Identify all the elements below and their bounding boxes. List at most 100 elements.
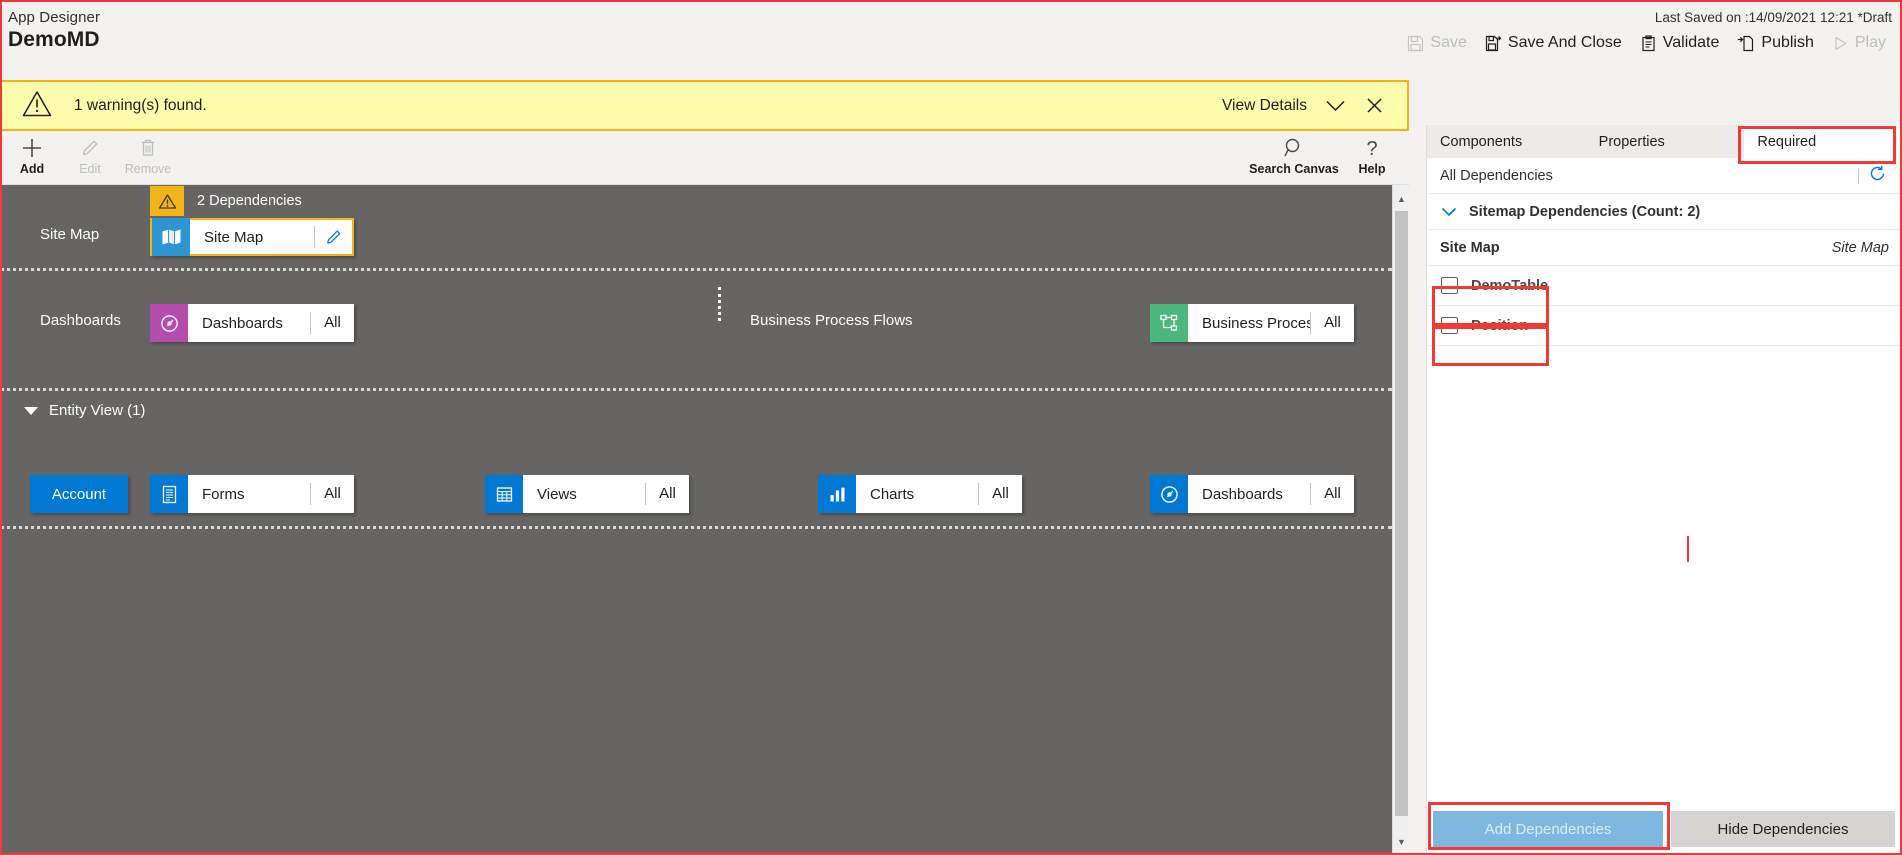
forms-tile-all: All xyxy=(310,483,354,505)
entity-account-button[interactable]: Account xyxy=(30,475,128,513)
position-checkbox[interactable] xyxy=(1441,317,1458,334)
sitemap-dependencies-group-label: Sitemap Dependencies (Count: 2) xyxy=(1469,203,1701,220)
charts-tile-all: All xyxy=(978,483,1022,505)
sitemap-tile-name: Site Map xyxy=(204,228,264,246)
entity-dashboards-tile-name: Dashboards xyxy=(1202,485,1283,503)
command-bar: Save Save And Close Validate Publish Pla… xyxy=(1399,30,1896,56)
row-divider xyxy=(0,526,1392,529)
close-icon[interactable] xyxy=(1356,93,1393,118)
app-designer-window: App Designer DemoMD Last Saved on :14/09… xyxy=(0,0,1902,855)
validate-icon xyxy=(1640,34,1657,52)
edit-button-label: Edit xyxy=(79,162,101,176)
app-canvas: Site Map 2 Dependencies Site Map Dashboa… xyxy=(0,185,1392,855)
process-flow-icon xyxy=(1150,304,1188,342)
play-label: Play xyxy=(1854,34,1886,51)
help-button-label: Help xyxy=(1358,162,1386,176)
views-tile[interactable]: Views All xyxy=(485,475,689,513)
row-divider xyxy=(0,268,1392,271)
page-title: DemoMD xyxy=(8,28,100,51)
save-and-close-label: Save And Close xyxy=(1507,34,1622,51)
plus-icon xyxy=(0,137,64,159)
publish-button[interactable]: Publish xyxy=(1729,30,1823,56)
last-saved-status: Last Saved on :14/09/2021 12:21 *Draft xyxy=(1654,10,1892,25)
right-panel-footer: Add Dependencies Hide Dependencies xyxy=(1427,809,1902,855)
entity-dashboards-tile-all: All xyxy=(1310,483,1354,505)
forms-tile-name: Forms xyxy=(202,485,245,503)
sitemap-dependency-count: 2 Dependencies xyxy=(197,193,302,209)
remove-button[interactable]: Remove xyxy=(116,137,180,176)
views-tile-name: Views xyxy=(537,485,577,503)
refresh-icon[interactable] xyxy=(1868,164,1887,188)
validate-button[interactable]: Validate xyxy=(1632,30,1730,56)
sitemap-dependencies-group-header[interactable]: Sitemap Dependencies (Count: 2) xyxy=(1427,194,1902,230)
play-button[interactable]: Play xyxy=(1824,30,1896,56)
dependency-row-demotable[interactable]: DemoTable xyxy=(1427,266,1902,306)
tab-properties[interactable]: Properties xyxy=(1586,125,1745,158)
search-canvas-button[interactable]: Search Canvas xyxy=(1239,137,1349,176)
warning-triangle-icon xyxy=(150,186,184,216)
demotable-label: DemoTable xyxy=(1471,277,1549,294)
tab-required[interactable]: Required xyxy=(1744,125,1902,158)
save-and-close-icon xyxy=(1485,35,1502,52)
canvas-scrollbar-thumb[interactable] xyxy=(1395,211,1408,816)
add-button[interactable]: Add xyxy=(0,137,64,176)
warning-triangle-icon xyxy=(22,90,52,122)
forms-icon xyxy=(150,475,188,513)
dashboards-tile-name: Dashboards xyxy=(202,314,283,332)
dashboard-gauge-icon xyxy=(1150,475,1188,513)
svg-text:?: ? xyxy=(1366,138,1377,159)
dashboards-tile-all: All xyxy=(310,312,354,334)
canvas-scrollbar[interactable]: ▲ ▼ xyxy=(1392,185,1409,855)
entity-dashboards-tile[interactable]: Dashboards All xyxy=(1150,475,1354,513)
dependency-row-position[interactable]: Position xyxy=(1427,306,1902,346)
trash-icon xyxy=(116,137,180,159)
top-header-bar: App Designer DemoMD Last Saved on :14/09… xyxy=(0,0,1902,68)
business-process-flows-tile[interactable]: Business Proces... All xyxy=(1150,304,1354,342)
bpf-section-label: Business Process Flows xyxy=(750,312,913,329)
tab-required-label: Required xyxy=(1757,133,1817,150)
all-dependencies-row: All Dependencies xyxy=(1427,158,1902,194)
scroll-up-icon[interactable]: ▲ xyxy=(1393,190,1410,207)
save-and-close-button[interactable]: Save And Close xyxy=(1477,30,1632,56)
dashboard-gauge-icon xyxy=(150,304,188,342)
dependency-list-header-right: Site Map xyxy=(1831,239,1889,256)
publish-icon xyxy=(1737,35,1755,52)
entity-view-header[interactable]: Entity View (1) xyxy=(24,402,145,419)
row-divider xyxy=(0,388,1392,391)
help-button[interactable]: ? Help xyxy=(1340,137,1404,176)
scroll-down-icon[interactable]: ▼ xyxy=(1393,833,1410,850)
save-button-label: Save xyxy=(1430,34,1467,51)
sitemap-edit-pencil-icon[interactable] xyxy=(314,226,352,248)
publish-label: Publish xyxy=(1761,34,1814,51)
chevron-down-icon[interactable] xyxy=(1315,95,1356,116)
hide-dependencies-button[interactable]: Hide Dependencies xyxy=(1671,811,1895,847)
warning-text: 1 warning(s) found. xyxy=(74,96,207,114)
position-label: Position xyxy=(1471,317,1529,334)
bpf-tile-name: Business Proces... xyxy=(1202,314,1310,332)
bpf-tile-all: All xyxy=(1310,312,1354,334)
edit-button[interactable]: Edit xyxy=(58,137,122,176)
tab-components[interactable]: Components xyxy=(1427,125,1586,158)
map-icon xyxy=(152,218,190,256)
dashboards-tile[interactable]: Dashboards All xyxy=(150,304,354,342)
view-details-link[interactable]: View Details xyxy=(1214,93,1315,119)
warning-banner: 1 warning(s) found. View Details xyxy=(0,80,1409,131)
forms-tile[interactable]: Forms All xyxy=(150,475,354,513)
warning-actions: View Details xyxy=(1214,93,1407,119)
save-button[interactable]: Save xyxy=(1399,30,1476,56)
dependency-list-header: Site Map Site Map xyxy=(1427,230,1902,266)
sitemap-tile[interactable]: Site Map xyxy=(150,218,354,256)
play-icon xyxy=(1832,35,1849,52)
views-tile-all: All xyxy=(645,483,689,505)
search-canvas-label: Search Canvas xyxy=(1249,162,1339,176)
views-grid-icon xyxy=(485,475,523,513)
charts-bar-icon xyxy=(818,475,856,513)
charts-tile[interactable]: Charts All xyxy=(818,475,1022,513)
entity-view-label: Entity View (1) xyxy=(49,402,146,419)
pencil-icon xyxy=(58,137,122,159)
charts-tile-name: Charts xyxy=(870,485,915,503)
tab-properties-label: Properties xyxy=(1598,133,1665,150)
demotable-checkbox[interactable] xyxy=(1441,277,1458,294)
add-dependencies-label: Add Dependencies xyxy=(1484,820,1612,838)
add-dependencies-button[interactable]: Add Dependencies xyxy=(1433,811,1663,847)
